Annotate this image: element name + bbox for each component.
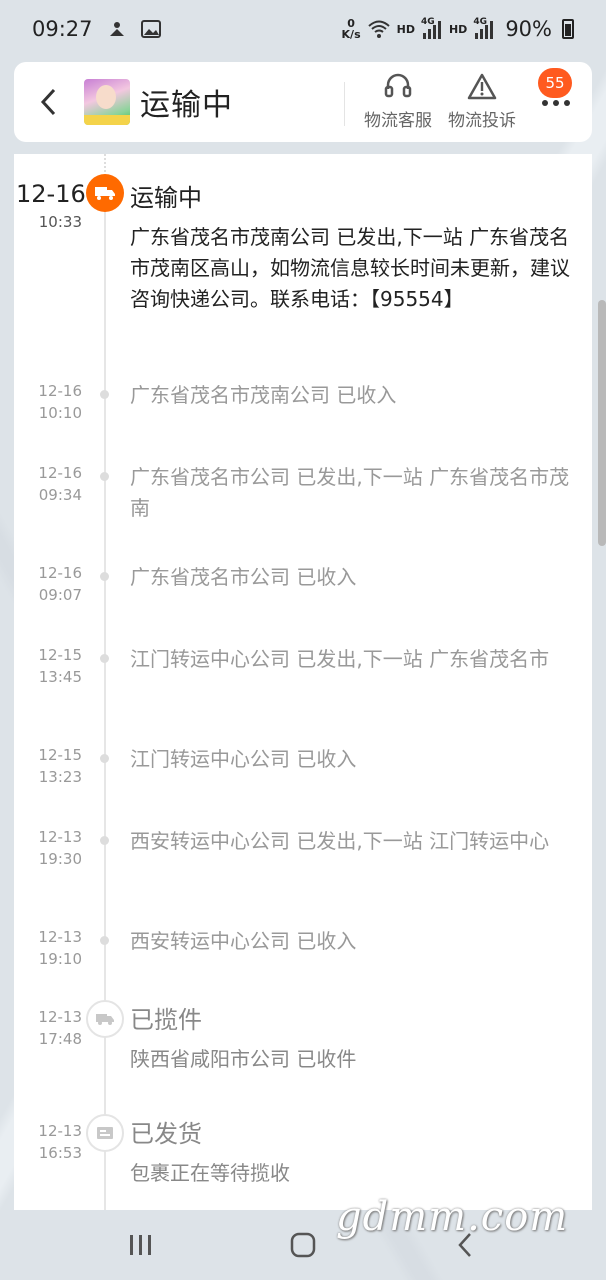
network-speed: 0 K/s [341, 17, 361, 41]
complaint-label: 物流投诉 [448, 111, 516, 131]
timeline-dot [100, 472, 109, 481]
event-datetime: 12-13 19:10 [38, 928, 82, 968]
event-datetime: 12-15 13:45 [38, 646, 82, 686]
pickup-title: 已揽件 [130, 1006, 202, 1034]
nav-back-button[interactable] [435, 1220, 495, 1270]
truck-icon [95, 187, 115, 200]
event-text: 西安转运中心公司 已收入 [130, 929, 357, 953]
event-datetime: 12-13 16:53 [38, 1122, 82, 1162]
logistics-complaint-button[interactable]: 物流投诉 [448, 72, 516, 131]
shipped-title: 已发货 [130, 1120, 202, 1148]
notification-icon [109, 22, 124, 36]
package-icon [97, 1127, 113, 1139]
system-nav-bar [0, 1210, 606, 1280]
timeline-dot [100, 572, 109, 581]
event-text: 广东省茂名市茂南公司 已收入 [130, 383, 397, 407]
service-label: 物流客服 [364, 111, 432, 131]
current-time: 10:33 [38, 213, 82, 231]
hd-label: HD [396, 22, 415, 36]
logistics-service-button[interactable]: 物流客服 [364, 72, 432, 131]
event-datetime: 12-15 13:23 [38, 746, 82, 786]
current-datetime: 12-16 10:33 [14, 178, 86, 234]
headset-icon [384, 73, 412, 98]
event-text: 广东省茂名市公司 已收入 [130, 565, 357, 589]
back-arrow-icon [458, 1233, 471, 1257]
timeline-dot [100, 754, 109, 763]
current-status-text: 广东省茂名市茂南公司 已发出,下一站 广东省茂名市茂南区高山，如物流信息较长时间… [130, 225, 570, 311]
status-time: 09:27 [32, 17, 93, 41]
image-icon [140, 20, 161, 38]
current-status-title: 运输中 [130, 184, 202, 212]
timeline-dot [100, 836, 109, 845]
event-datetime: 12-13 17:48 [38, 1008, 82, 1048]
current-date: 12-16 [16, 180, 86, 208]
recent-apps-icon [130, 1235, 151, 1255]
event-datetime: 12-16 09:34 [38, 464, 82, 504]
status-bar: 09:27 0 K/s HD 4G HD 4G 90% [0, 0, 606, 58]
product-thumbnail[interactable] [84, 79, 130, 125]
signal-icon [475, 21, 494, 39]
timeline-line [104, 204, 106, 1210]
chevron-left-icon [40, 88, 56, 116]
event-datetime: 12-16 09:07 [38, 564, 82, 604]
signal-4g-1: 4G [421, 17, 443, 39]
wifi-icon [367, 20, 390, 38]
event-text: 西安转运中心公司 已发出,下一站 江门转运中心 [130, 829, 550, 853]
home-icon [290, 1232, 316, 1258]
signal-icon [422, 21, 441, 39]
event-datetime: 12-13 19:30 [38, 828, 82, 868]
event-datetime: 12-16 10:10 [38, 382, 82, 422]
event-text: 江门转运中心公司 已收入 [130, 747, 357, 771]
recent-apps-button[interactable] [111, 1220, 171, 1270]
shipped-text: 包裹正在等待揽收 [130, 1161, 290, 1185]
timeline-dot [100, 936, 109, 945]
logistics-header: 运输中 物流客服 物流投诉 [14, 62, 592, 142]
scrollbar[interactable] [598, 300, 606, 546]
back-button[interactable] [14, 62, 84, 142]
timeline-dot [100, 654, 109, 663]
logistics-timeline-card: 12-16 10:33 运输中 广东省茂名市茂南公司 已发出,下一站 广东省茂名… [14, 154, 592, 1210]
event-text: 江门转运中心公司 已发出,下一站 广东省茂名市 [130, 647, 550, 671]
signal-4g-2: 4G [473, 17, 495, 39]
pickup-text: 陕西省咸阳市公司 已收件 [130, 1047, 357, 1071]
page-title: 运输中 [140, 88, 233, 123]
divider [344, 82, 345, 126]
event-text: 广东省茂名市公司 已发出,下一站 广东省茂名市茂南 [130, 465, 570, 520]
warning-icon [467, 73, 497, 100]
battery-icon [562, 19, 574, 39]
more-dots-icon [542, 100, 570, 106]
home-button[interactable] [273, 1220, 333, 1270]
truck-status-icon [86, 174, 124, 212]
shipped-status-icon [86, 1114, 124, 1152]
pickup-status-icon [86, 1000, 124, 1038]
truck-icon [96, 1014, 114, 1025]
hd-label-2: HD [448, 22, 468, 36]
timeline-dot [100, 390, 109, 399]
battery-percent: 90% [505, 17, 552, 41]
notification-badge: 55 [538, 68, 572, 98]
